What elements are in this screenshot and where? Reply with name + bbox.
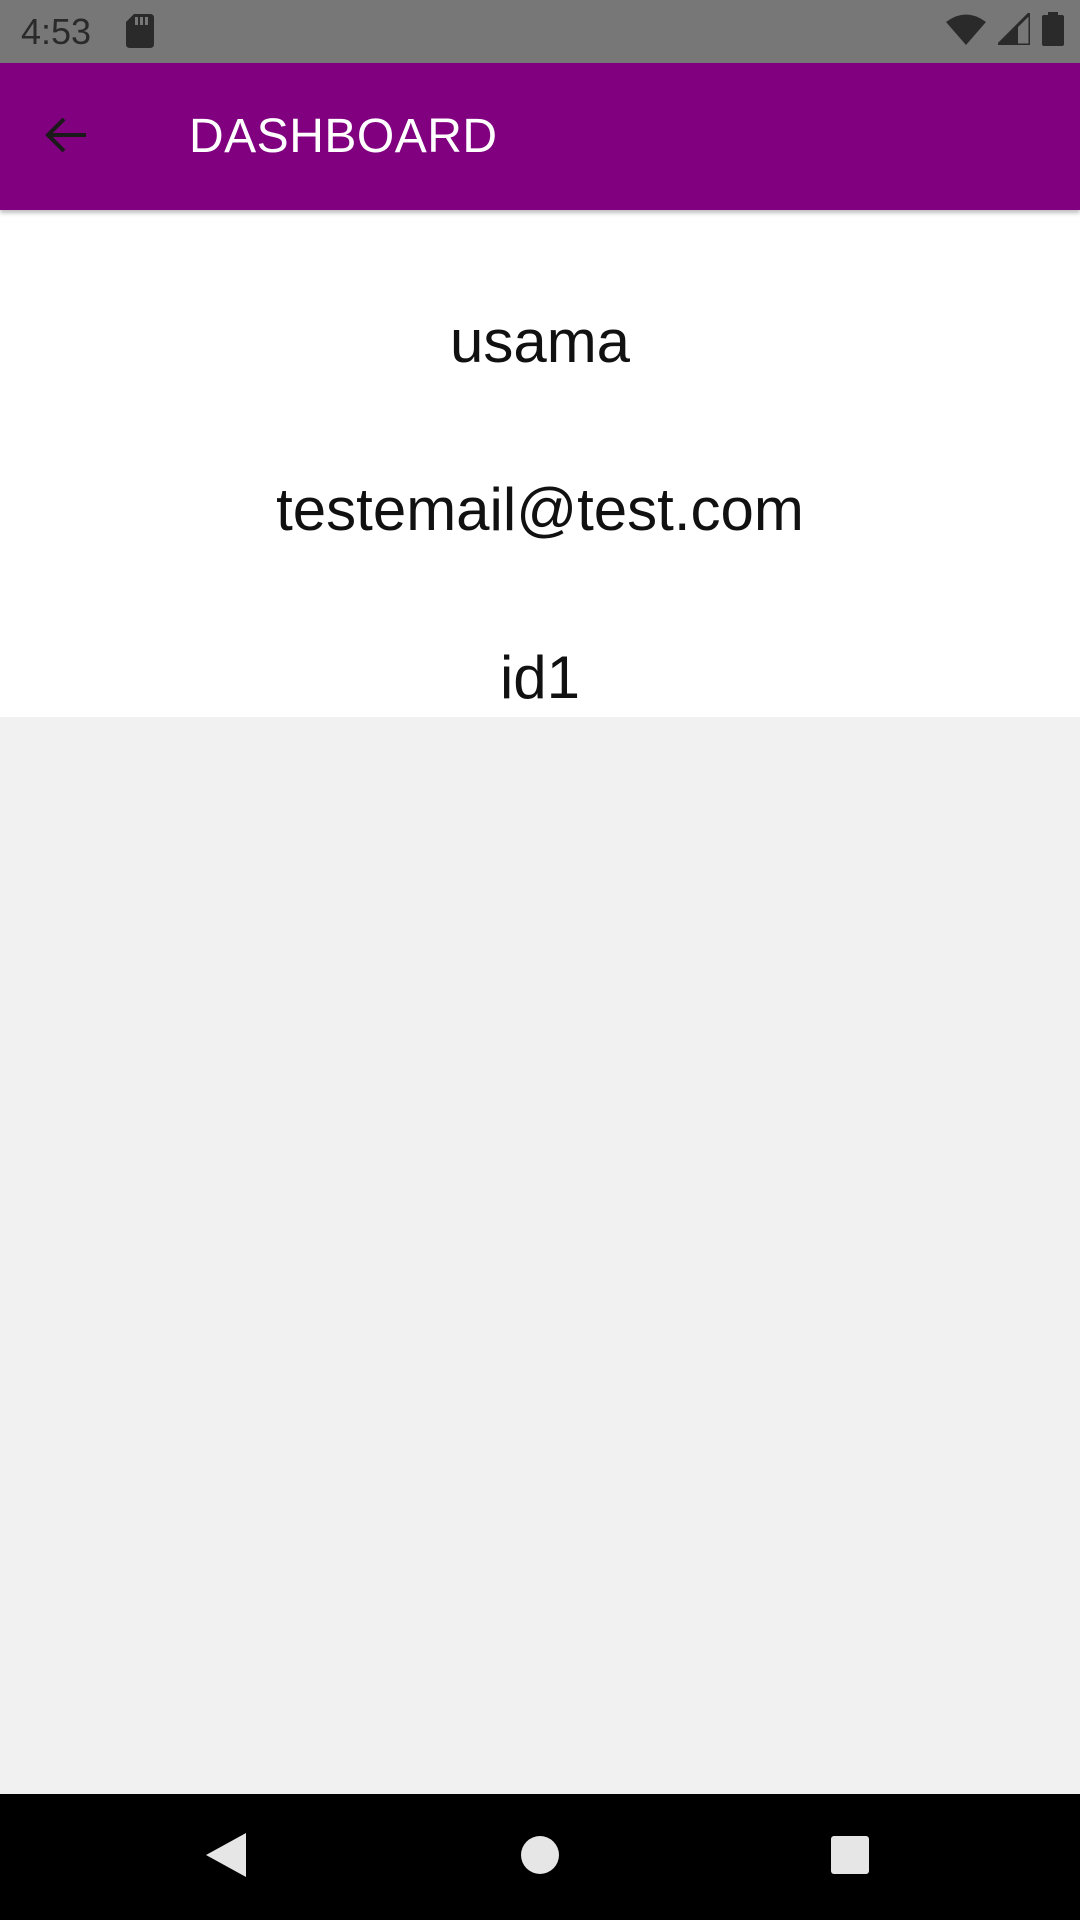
home-circle-icon <box>520 1835 560 1880</box>
back-triangle-icon <box>204 1831 248 1884</box>
profile-card: usama testemail@test.com id1 <box>0 210 1080 717</box>
user-id: id1 <box>499 644 581 711</box>
screen: 4:53 DASHBOARD usama testemail@test.com … <box>0 0 1080 1920</box>
system-nav-bar <box>0 1794 1080 1920</box>
recents-square-icon <box>830 1835 870 1880</box>
status-bar: 4:53 <box>0 0 1080 63</box>
page-title: DASHBOARD <box>189 110 498 163</box>
status-icons <box>946 8 1064 51</box>
nav-back-button[interactable] <box>190 1821 262 1893</box>
status-time: 4:53 <box>21 11 92 52</box>
signal-icon <box>994 8 1032 50</box>
wifi-icon <box>946 13 986 50</box>
user-email: testemail@test.com <box>276 476 804 543</box>
back-button[interactable] <box>30 101 102 173</box>
app-bar: DASHBOARD <box>0 63 1080 210</box>
nav-recents-button[interactable] <box>814 1821 886 1893</box>
battery-icon <box>1042 11 1064 51</box>
arrow-back-icon <box>42 111 90 164</box>
sd-card-icon <box>126 14 154 48</box>
nav-home-button[interactable] <box>504 1821 576 1893</box>
user-name: usama <box>449 308 631 375</box>
